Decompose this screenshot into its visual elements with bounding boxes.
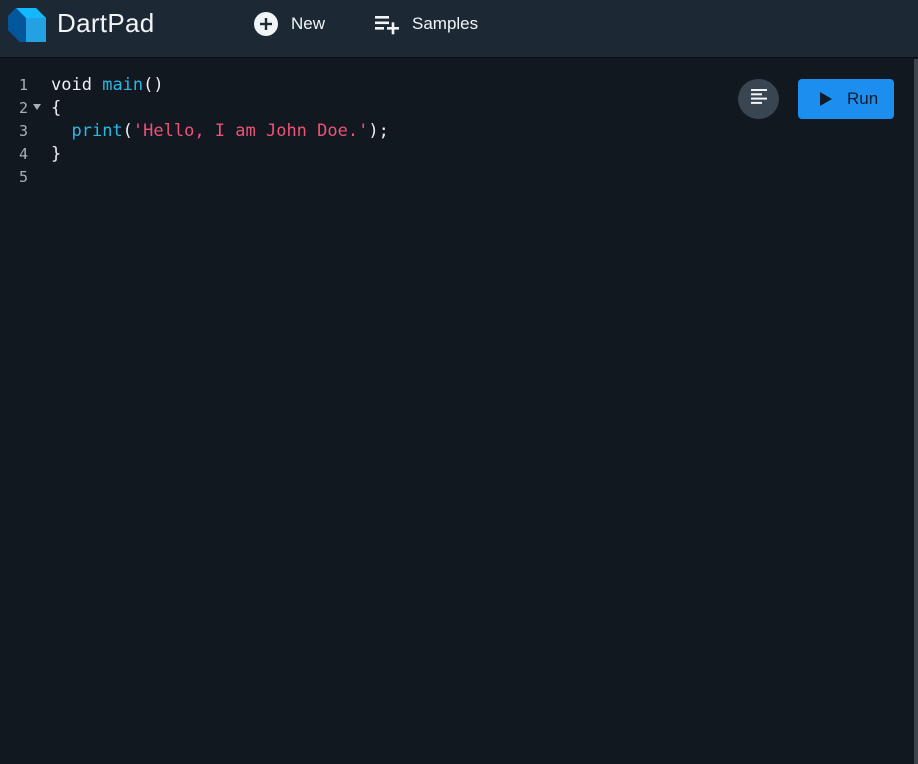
indent-token bbox=[51, 121, 71, 141]
code-line: void main() bbox=[51, 74, 389, 97]
format-button[interactable] bbox=[738, 79, 779, 119]
add-circle-icon bbox=[253, 11, 279, 37]
code-line: } bbox=[51, 144, 62, 164]
function-token: print bbox=[71, 121, 123, 141]
samples-button[interactable]: Samples bbox=[374, 10, 478, 38]
code-line: { bbox=[51, 98, 62, 118]
run-button[interactable]: Run bbox=[798, 79, 894, 119]
new-button[interactable]: New bbox=[253, 10, 325, 38]
app-title: DartPad bbox=[57, 8, 155, 38]
code-editor[interactable]: 1 2 3 4 5 void main() { print('Hello, I … bbox=[0, 59, 914, 764]
punct-token: ); bbox=[368, 121, 389, 141]
run-button-label: Run bbox=[847, 89, 879, 108]
punct-token: () bbox=[143, 75, 164, 95]
keyword-token: void bbox=[51, 75, 92, 95]
code-line: print('Hello, I am John Doe.'); bbox=[51, 120, 389, 143]
editor-scrollbar[interactable] bbox=[914, 59, 918, 764]
punct-token: ( bbox=[122, 121, 133, 141]
dart-logo-icon bbox=[6, 4, 48, 46]
code-content[interactable]: void main() { print('Hello, I am John Do… bbox=[51, 74, 389, 189]
app-header: DartPad New Samples bbox=[0, 0, 918, 58]
line-number: 5 bbox=[19, 168, 29, 186]
line-number: 4 bbox=[19, 145, 29, 163]
samples-button-label: Samples bbox=[412, 14, 479, 33]
line-number: 2 bbox=[0, 97, 44, 120]
line-number: 3 bbox=[19, 122, 29, 140]
line-gutter: 1 2 3 4 5 bbox=[0, 74, 44, 189]
new-button-label: New bbox=[291, 14, 326, 33]
string-token: 'Hello, I am John Doe.' bbox=[132, 121, 369, 141]
line-number: 1 bbox=[19, 76, 29, 94]
function-token: main bbox=[102, 75, 144, 95]
playlist-add-icon bbox=[374, 13, 400, 35]
play-icon bbox=[820, 92, 832, 106]
line-number-text: 2 bbox=[19, 99, 29, 117]
fold-arrow-icon[interactable] bbox=[33, 104, 41, 110]
format-align-left-icon bbox=[750, 88, 768, 111]
